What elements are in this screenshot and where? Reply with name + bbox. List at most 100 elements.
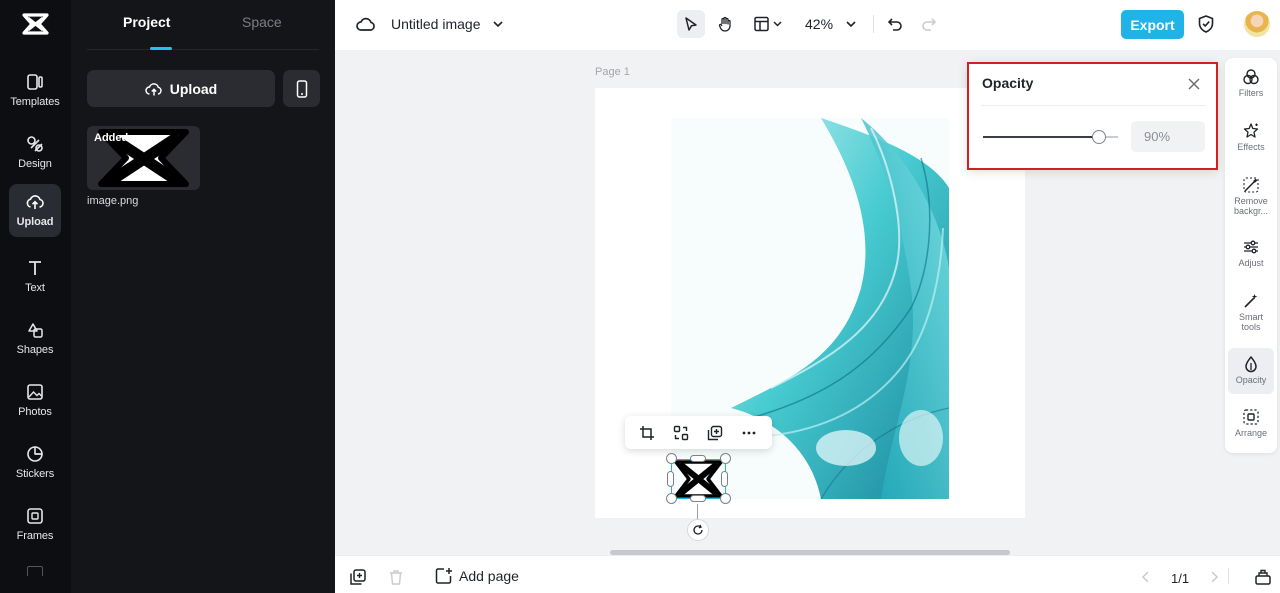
stickers-icon <box>25 444 45 464</box>
resize-handle-bottom-left[interactable] <box>666 493 677 504</box>
undo-icon[interactable] <box>886 15 904 33</box>
redo-icon[interactable] <box>920 15 938 33</box>
tool-label: Adjust <box>1238 258 1264 268</box>
tool-remove-background[interactable]: Remove backgr... <box>1228 176 1274 220</box>
sidebar-item-text[interactable]: Text <box>9 250 61 304</box>
tab-project[interactable]: Project <box>123 14 170 30</box>
capcut-logo-icon[interactable] <box>22 12 49 36</box>
hand-tool-button[interactable] <box>711 10 739 38</box>
footer-divider <box>1228 568 1229 584</box>
opacity-slider-knob[interactable] <box>1091 130 1106 144</box>
upload-cloud-icon <box>145 81 163 97</box>
opacity-value-field[interactable]: 90% <box>1131 121 1205 152</box>
tool-effects[interactable]: Effects <box>1228 122 1274 162</box>
right-toolbar: Filters Effects Remove backgr... Adjust … <box>1225 58 1277 453</box>
selection-box <box>671 459 726 499</box>
rotate-handle[interactable] <box>687 519 709 541</box>
sidebar-item-upload[interactable]: Upload <box>9 184 61 237</box>
effects-icon <box>1242 122 1260 140</box>
delete-page-icon[interactable] <box>387 568 405 586</box>
close-icon[interactable] <box>1185 75 1203 93</box>
filters-icon <box>1242 68 1260 86</box>
sidebar-item-photos[interactable]: Photos <box>9 374 61 428</box>
add-page-icon <box>435 567 453 585</box>
duplicate-icon[interactable] <box>703 421 727 445</box>
tool-label: Opacity <box>1235 375 1267 385</box>
shield-icon[interactable] <box>1197 14 1215 34</box>
templates-icon <box>25 72 45 92</box>
tool-label: Effects <box>1237 142 1265 152</box>
asset-thumbnail[interactable]: Added <box>87 126 200 190</box>
zoom-chevron-down-icon[interactable] <box>845 18 857 30</box>
asset-filename: image.png <box>87 195 139 207</box>
tool-arrange[interactable]: Arrange <box>1228 408 1274 448</box>
added-badge: Added <box>94 132 129 144</box>
user-avatar[interactable] <box>1244 11 1270 37</box>
add-page-button[interactable]: Add page <box>435 567 519 585</box>
zoom-level[interactable]: 42% <box>805 16 833 32</box>
tool-label: Filters <box>1238 88 1264 98</box>
resize-handle-top-right[interactable] <box>720 453 731 464</box>
rotate-icon <box>692 524 704 536</box>
tool-adjust[interactable]: Adjust <box>1228 238 1274 278</box>
sidebar-item-design[interactable]: Design <box>9 126 61 180</box>
crop-icon[interactable] <box>635 421 659 445</box>
replace-icon[interactable] <box>669 421 693 445</box>
select-tool-button[interactable] <box>677 10 705 38</box>
assets-panel: Project Space Upload Added image.png <box>71 0 335 593</box>
opacity-slider[interactable] <box>983 130 1118 144</box>
tool-smart-tools[interactable]: Smart tools <box>1228 292 1274 338</box>
duplicate-page-icon[interactable] <box>349 568 367 586</box>
panel-tabs: Project Space <box>87 0 319 50</box>
add-page-label: Add page <box>459 568 519 584</box>
sidebar-item-shapes[interactable]: Shapes <box>9 312 61 366</box>
sidebar-item-label: Shapes <box>16 344 54 356</box>
hand-icon <box>717 16 733 32</box>
resize-handle-left[interactable] <box>667 471 674 487</box>
element-floating-toolbar <box>625 416 772 449</box>
tool-filters[interactable]: Filters <box>1228 68 1274 108</box>
opacity-panel-title: Opacity <box>982 75 1034 91</box>
sidebar-item-label: Templates <box>10 96 60 108</box>
opacity-panel: Opacity 90% <box>967 62 1218 170</box>
resize-handle-top[interactable] <box>690 455 706 462</box>
pages-panel-icon[interactable] <box>1254 568 1272 586</box>
document-title[interactable]: Untitled image <box>391 16 481 32</box>
more-options-icon[interactable] <box>737 421 761 445</box>
top-bar: Untitled image 42% Export <box>335 0 1280 50</box>
more-tools-icon[interactable] <box>27 566 43 576</box>
sidebar-item-stickers[interactable]: Stickers <box>9 436 61 490</box>
sidebar-item-label: Design <box>18 158 52 170</box>
remove-background-icon <box>1242 176 1260 194</box>
resize-handle-bottom[interactable] <box>690 495 706 502</box>
chevron-down-icon[interactable] <box>492 18 504 30</box>
left-rail: Templates Design Upload Text Shapes Phot… <box>0 0 71 593</box>
arrange-icon <box>1242 408 1260 426</box>
upload-button[interactable]: Upload <box>87 70 275 107</box>
tool-label: Smart tools <box>1238 312 1263 332</box>
opacity-icon <box>1242 355 1260 373</box>
next-page-icon[interactable] <box>1205 568 1223 586</box>
page-counter: 1/1 <box>1171 571 1190 586</box>
export-button[interactable]: Export <box>1121 10 1184 39</box>
layout-tool-button[interactable] <box>749 10 789 38</box>
opacity-value: 90 <box>1144 129 1159 144</box>
resize-handle-top-left[interactable] <box>666 453 677 464</box>
tab-space[interactable]: Space <box>242 14 282 30</box>
sidebar-item-label: Stickers <box>15 468 55 480</box>
opacity-slider-fill <box>983 136 1099 138</box>
resize-handle-right[interactable] <box>721 471 728 487</box>
shapes-icon <box>25 320 45 340</box>
smart-tools-icon <box>1242 292 1260 310</box>
sidebar-item-templates[interactable]: Templates <box>9 64 61 118</box>
sidebar-item-frames[interactable]: Frames <box>9 498 61 552</box>
sidebar-item-label: Photos <box>18 406 52 418</box>
mobile-upload-button[interactable] <box>283 70 320 107</box>
tool-opacity[interactable]: Opacity <box>1228 348 1274 394</box>
resize-handle-bottom-right[interactable] <box>720 493 731 504</box>
text-icon <box>25 258 45 278</box>
previous-page-icon[interactable] <box>1137 568 1155 586</box>
design-icon <box>25 134 45 154</box>
cloud-save-icon[interactable] <box>356 15 376 33</box>
tool-label: Arrange <box>1234 428 1268 438</box>
